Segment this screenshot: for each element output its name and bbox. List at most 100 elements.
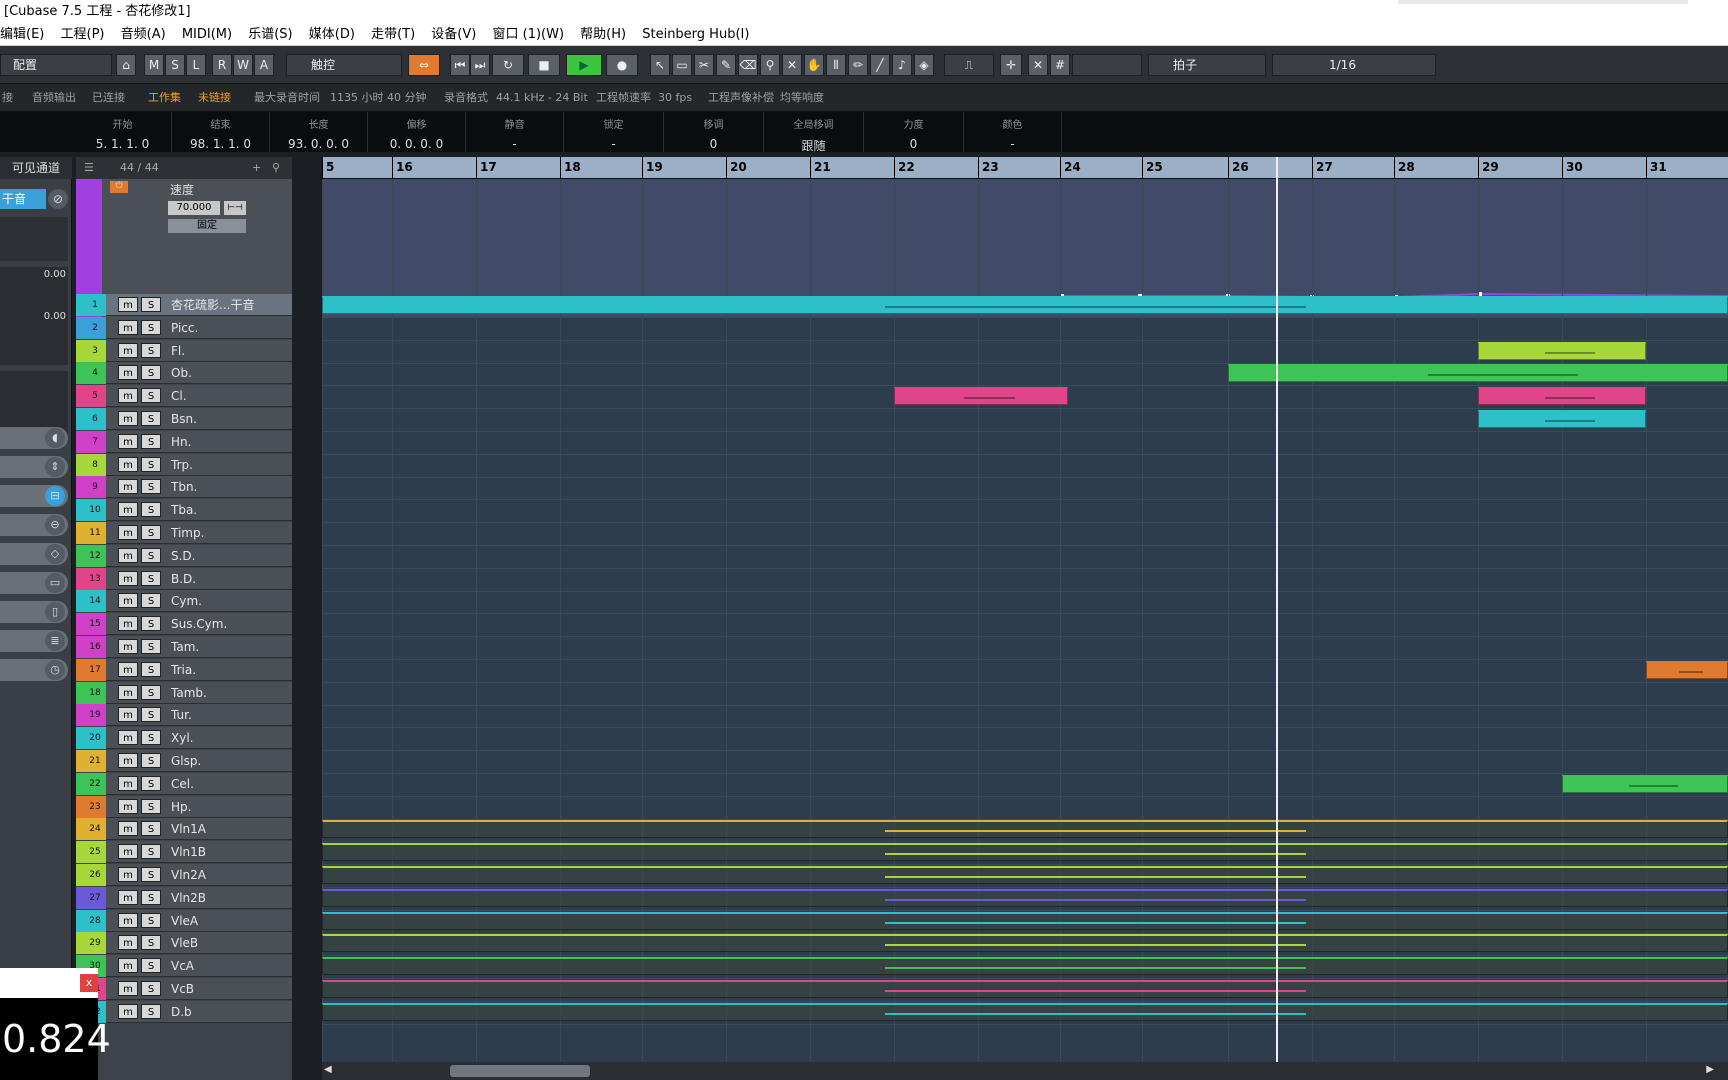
track-row[interactable]: 5 m S Cl. [76,385,292,407]
inspector-track-name[interactable]: 干音 [0,189,46,209]
audio-warp-icon[interactable]: ◖ [45,428,65,448]
track-name[interactable]: Tba. [171,499,197,521]
track-row[interactable]: 24 m S Vln1A [76,818,292,840]
midi-part[interactable] [322,843,1728,861]
stop-button[interactable]: ■ [528,54,560,76]
menu-transport[interactable]: 走带(T) [371,24,415,46]
midi-part[interactable] [1478,387,1646,405]
track-name[interactable]: VleB [171,932,198,954]
track-name[interactable]: Cym. [171,590,202,612]
midi-part[interactable] [1478,410,1646,428]
track-row[interactable]: 15 m S Sus.Cym. [76,613,292,635]
split-tool-icon[interactable]: ✂ [694,54,714,76]
cycle-icon[interactable]: ↻ [492,54,524,76]
track-row[interactable]: 17 m S Tria. [76,659,292,681]
mute-button[interactable]: m [118,548,138,563]
mute-button[interactable]: m [118,525,138,540]
solo-button[interactable]: S [141,707,161,722]
track-name[interactable]: VleA [171,910,198,932]
solo-button[interactable]: S [141,685,161,700]
solo-button[interactable]: S [141,616,161,631]
track-row[interactable]: 14 m S Cym. [76,590,292,612]
mute-button[interactable]: m [118,343,138,358]
solo-button[interactable]: S [141,502,161,517]
inspector-section-9[interactable]: ◷ [0,659,68,681]
midi-part[interactable] [322,980,1728,998]
inspector-section-6[interactable]: ▭ [0,572,68,594]
info-offset[interactable]: 偏移 0. 0. 0. 0 [368,112,466,152]
crossfade-icon[interactable]: ✕ [1028,54,1048,76]
track-row[interactable]: 18 m S Tamb. [76,682,292,704]
track-list-menu-icon[interactable]: ☰ [84,157,94,179]
edit-icon[interactable]: ⊘ [48,189,68,209]
menu-midi[interactable]: MIDI(M) [182,24,232,46]
inspector-section-7[interactable]: ▯ [0,601,68,623]
add-track-icon[interactable]: + [252,157,261,179]
track-name[interactable]: Vln1B [171,841,206,863]
solo-button[interactable]: S [141,981,161,996]
inspector-section-3[interactable]: ⊟ [0,485,68,507]
solo-button[interactable]: S [141,844,161,859]
mute-button[interactable]: m [118,821,138,836]
track-name[interactable]: Timp. [171,522,204,544]
solo-button[interactable]: S [141,388,161,403]
tempo-range-icon[interactable]: ⊢⊣ [224,201,246,215]
tempo-value[interactable]: 70.000 [168,201,220,215]
timewarp-tool-icon[interactable]: ⫴ [826,54,846,76]
playback-cursor[interactable] [1276,157,1278,1062]
mute-button[interactable]: m [118,434,138,449]
info-velocity[interactable]: 力度 0 [864,112,964,152]
track-name[interactable]: Hp. [171,796,191,818]
track-name[interactable]: Ob. [171,362,192,384]
mute-button[interactable]: m [118,707,138,722]
track-row[interactable]: 7 m S Hn. [76,431,292,453]
mute-button[interactable]: m [118,1004,138,1019]
track-name[interactable]: Glsp. [171,750,201,772]
read-all-button[interactable]: R [212,54,232,76]
track-name[interactable]: 杏花疏影...干音 [171,294,254,316]
track-name[interactable]: D.b [171,1001,192,1023]
preset-select[interactable]: 配置 [0,54,112,76]
mute-button[interactable]: m [118,730,138,745]
pointer-tool-icon[interactable]: ↖ [650,54,670,76]
mute-button[interactable]: m [118,320,138,335]
inspector-section-2[interactable]: ⇕ [0,456,68,478]
mute-button[interactable]: m [118,502,138,517]
solo-button[interactable]: S [141,548,161,563]
mute-button[interactable]: m [118,479,138,494]
track-row[interactable]: 25 m S Vln1B [76,841,292,863]
automation-mode-select[interactable]: 触控 [286,54,402,76]
quantize-select[interactable]: 1/16 [1272,54,1436,76]
midi-part[interactable] [322,957,1728,975]
tempo-power-icon[interactable]: ⏻ [110,181,128,193]
track-search-icon[interactable]: ⚲ [272,157,280,179]
midi-part[interactable] [1228,364,1728,382]
mute-button[interactable]: m [118,685,138,700]
mute-button[interactable]: m [118,890,138,905]
menu-help[interactable]: 帮助(H) [580,24,626,46]
track-name[interactable]: Picc. [171,317,198,339]
track-row[interactable]: 22 m S Cel. [76,773,292,795]
scroll-thumb[interactable] [450,1065,590,1077]
mute-all-button[interactable]: M [144,54,164,76]
track-row[interactable]: 16 m S Tam. [76,636,292,658]
track-row[interactable]: 28 m S VleA [76,910,292,932]
track-name[interactable]: Vln2A [171,864,206,886]
info-start[interactable]: 开始 5. 1. 1. 0 [74,112,172,152]
midi-part[interactable] [894,387,1068,405]
solo-button[interactable]: S [141,593,161,608]
erase-tool-icon[interactable]: ⌫ [738,54,758,76]
midi-part[interactable] [1646,661,1728,679]
timeline-ruler[interactable]: 5 16 17 18 19 20 21 22 23 24 25 26 27 28 29 30 31 [322,157,1728,179]
mute-button[interactable]: m [118,571,138,586]
mute-button[interactable]: m [118,411,138,426]
menu-score[interactable]: 乐谱(S) [248,24,292,46]
track-name[interactable]: Cel. [171,773,194,795]
track-row[interactable]: 26 m S Vln2A [76,864,292,886]
track-name[interactable]: Tur. [171,704,192,726]
track-row[interactable]: 10 m S Tba. [76,499,292,521]
channel-icon[interactable]: ◇ [45,544,65,564]
track-name[interactable]: Hn. [171,431,191,453]
monitor-icon[interactable]: ▭ [45,573,65,593]
menu-media[interactable]: 媒体(D) [309,24,355,46]
